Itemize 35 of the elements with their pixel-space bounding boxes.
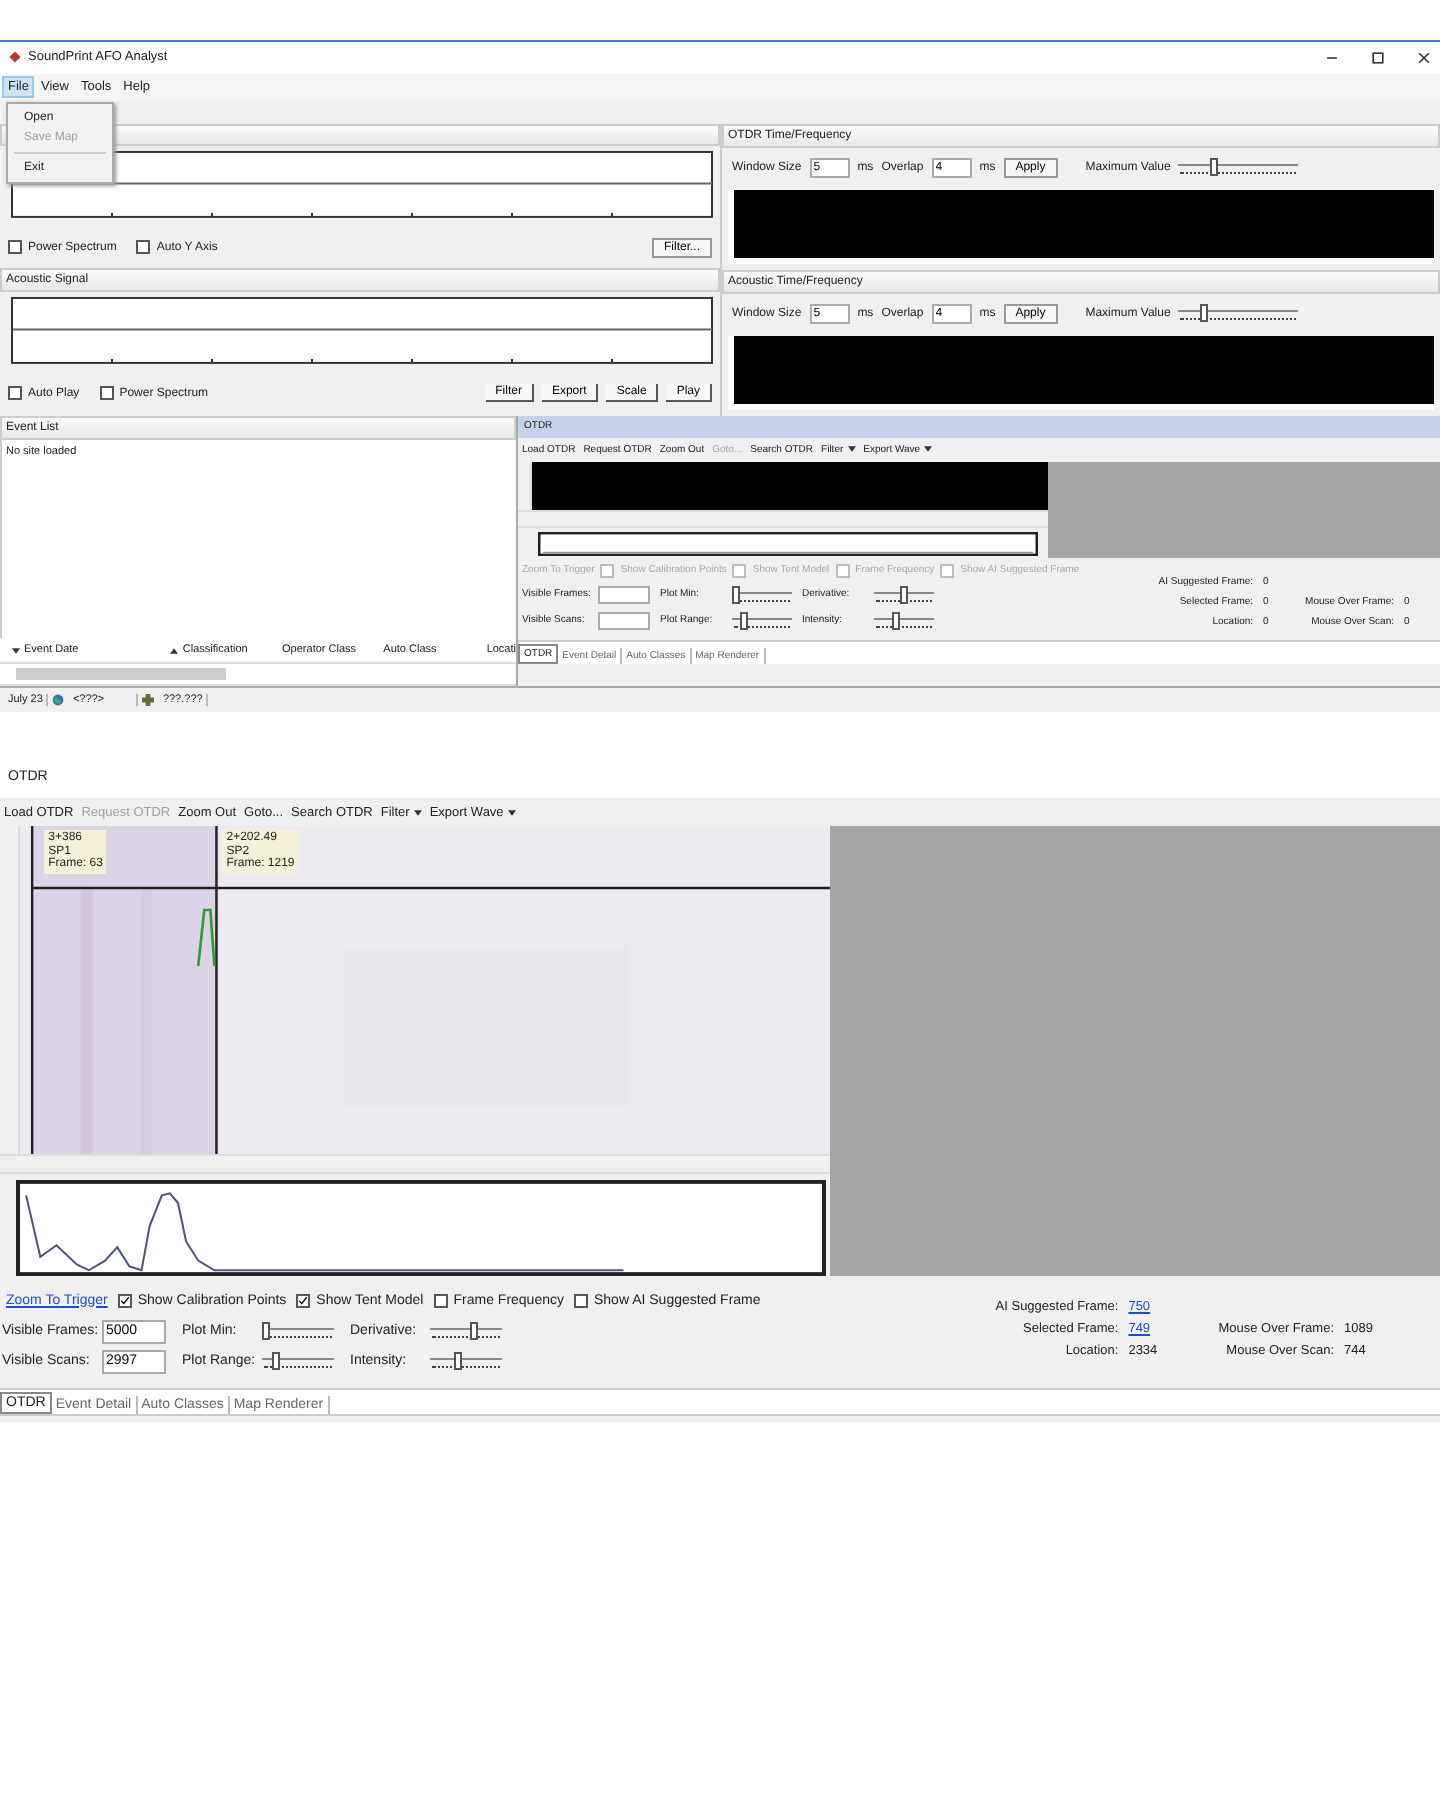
maximize-icon[interactable] — [1370, 49, 1386, 66]
slider-thumb[interactable] — [261, 1322, 270, 1340]
slider-thumb[interactable] — [469, 1322, 478, 1340]
slider[interactable] — [262, 1352, 334, 1370]
slider-thumb[interactable] — [272, 1352, 281, 1370]
caret-icon — [924, 446, 933, 453]
check-icon — [119, 1295, 130, 1305]
horizontal-scrollbar[interactable] — [0, 1154, 830, 1174]
caret-icon — [413, 809, 422, 815]
slider[interactable] — [732, 611, 792, 630]
caret-icon — [507, 809, 516, 815]
slider-thumb[interactable] — [454, 1352, 463, 1370]
slider-thumb[interactable] — [731, 585, 739, 604]
cross-icon — [142, 694, 155, 707]
slider[interactable] — [732, 585, 792, 604]
slider-thumb[interactable] — [900, 585, 908, 604]
slider-thumb[interactable] — [1200, 304, 1209, 323]
slider-thumb[interactable] — [740, 611, 748, 630]
slider[interactable] — [1178, 304, 1299, 323]
slider[interactable] — [430, 1322, 502, 1340]
slider-thumb[interactable] — [1210, 158, 1219, 177]
slider[interactable] — [430, 1352, 502, 1370]
caret-icon — [847, 446, 856, 453]
slider-thumb[interactable] — [891, 611, 899, 630]
check-icon — [298, 1295, 309, 1305]
input-field[interactable] — [598, 611, 650, 630]
slider[interactable] — [874, 585, 934, 604]
close-icon[interactable] — [1416, 49, 1432, 66]
globe-icon — [52, 694, 65, 707]
input-field[interactable] — [598, 585, 650, 604]
horizontal-scrollbar[interactable] — [0, 662, 516, 687]
slider[interactable] — [262, 1322, 334, 1340]
app-icon — [8, 50, 22, 65]
slider[interactable] — [874, 611, 934, 630]
slider[interactable] — [1178, 158, 1299, 177]
